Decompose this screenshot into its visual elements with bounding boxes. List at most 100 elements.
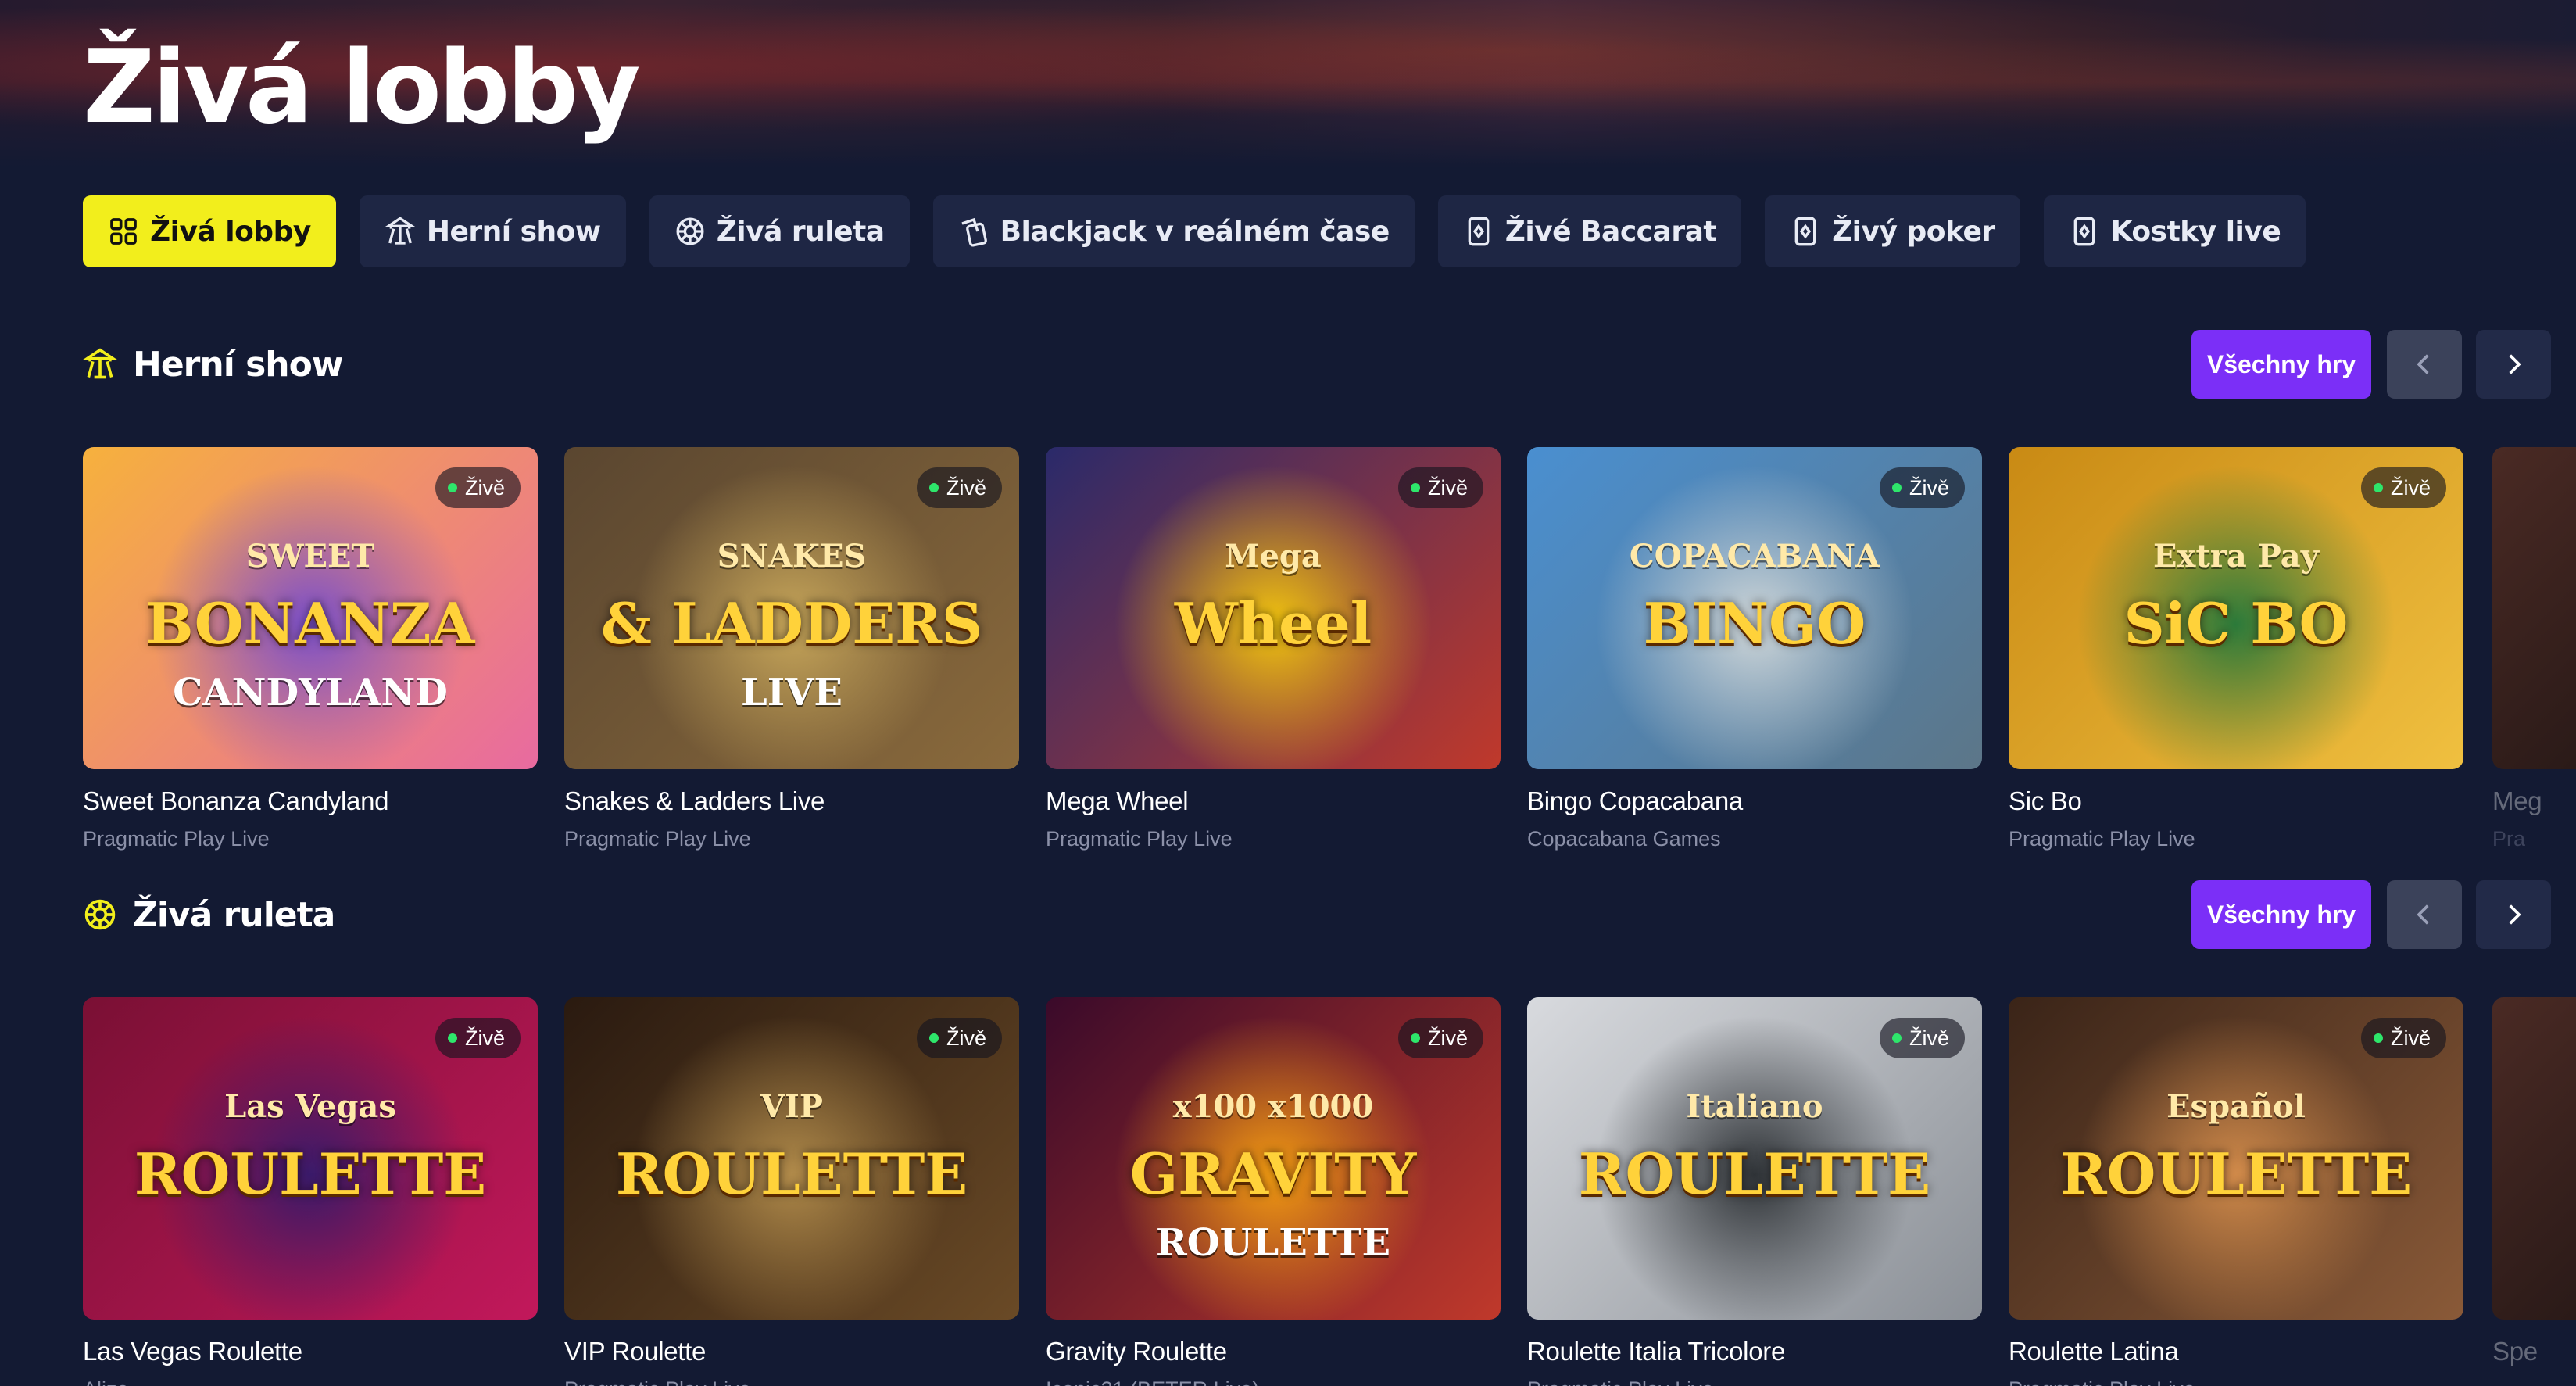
category-filter-bar: Živá lobby Herní show Živá ruleta Blackjack… <box>83 183 2306 280</box>
thumbnail-art-line: x100 x1000 <box>1172 1088 1374 1125</box>
filter-tab-label: Živá lobby <box>150 215 311 248</box>
filter-tab-4[interactable]: Živé Baccarat <box>1437 195 1742 267</box>
live-badge-label: Živě <box>1427 1026 1468 1050</box>
game-thumbnail[interactable]: SWEET BONANZA CANDYLAND Živě <box>83 447 538 769</box>
game-title[interactable]: Bingo Copacabana <box>1527 786 1982 816</box>
game-thumbnail[interactable] <box>2492 997 2576 1320</box>
game-title[interactable]: Sweet Bonanza Candyland <box>83 786 538 816</box>
carousel-prev-button[interactable] <box>2387 330 2462 399</box>
cards-icon <box>958 216 989 247</box>
thumbnail-art-line: Las Vegas <box>224 1088 396 1125</box>
carousel-next-button[interactable] <box>2476 880 2551 949</box>
filter-tab-3[interactable]: Blackjack v reálném čase <box>932 195 1415 267</box>
game-card[interactable]: x100 x1000 GRAVITY ROULETTE Živě Gravity Rou… <box>1046 997 1501 1386</box>
section-title-text: Herní show <box>133 344 343 385</box>
game-card[interactable]: SWEET BONANZA CANDYLAND Živě Sweet Bonanza C… <box>83 447 538 851</box>
thumbnail-art-line: GRAVITY <box>1129 1141 1417 1207</box>
filter-tab-1[interactable]: Herní show <box>359 195 626 267</box>
live-badge-label: Živě <box>946 475 986 500</box>
thumbnail-art-line: ROULETTE <box>2059 1141 2413 1207</box>
game-provider: Alize <box>83 1377 538 1386</box>
game-card[interactable]: Extra Pay SiC BO Živě Sic Bo Pragmatic Play … <box>2009 447 2463 851</box>
thumbnail-art-line: Mega <box>1225 538 1322 575</box>
game-thumbnail[interactable]: SNAKES & LADDERS LIVE Živě <box>564 447 1019 769</box>
card-icon <box>2069 216 2100 247</box>
thumbnail-art-line: ROULETTE <box>134 1141 487 1207</box>
live-badge: Živě <box>916 1018 1002 1058</box>
filter-tab-2[interactable]: Živá ruleta <box>649 195 910 267</box>
thumbnail-art-line: SNAKES <box>717 538 867 575</box>
game-thumbnail[interactable] <box>2492 447 2576 769</box>
game-thumbnail[interactable]: Italiano ROULETTE Živě <box>1527 997 1982 1320</box>
game-card[interactable]: Mega Wheel Živě Mega Wheel Pragmatic Play Li… <box>1046 447 1501 851</box>
game-thumbnail[interactable]: Las Vegas ROULETTE Živě <box>83 997 538 1320</box>
game-card[interactable]: Español ROULETTE Živě Roulette Latina Pragma… <box>2009 997 2463 1386</box>
live-badge: Živě <box>435 467 521 508</box>
live-dot-icon <box>928 483 939 492</box>
thumbnail-art-line: BINGO <box>1643 590 1866 657</box>
filter-tab-label: Blackjack v reálném čase <box>1000 215 1390 248</box>
live-dot-icon <box>447 483 457 492</box>
chevron-right-icon <box>2509 904 2521 925</box>
card-icon <box>1790 216 1821 247</box>
filter-tab-label: Herní show <box>426 215 601 248</box>
live-dot-icon <box>1891 1033 1902 1043</box>
carousel-next-button[interactable] <box>2476 330 2551 399</box>
next-game-card-partial[interactable]: Meg Pra <box>2492 447 2576 851</box>
live-badge: Živě <box>435 1018 521 1058</box>
game-thumbnail[interactable]: Mega Wheel Živě <box>1046 447 1501 769</box>
game-card[interactable]: Italiano ROULETTE Živě Roulette Italia Tric… <box>1527 997 1982 1386</box>
game-thumbnail[interactable]: Español ROULETTE Živě <box>2009 997 2463 1320</box>
chevron-left-icon <box>2417 354 2429 374</box>
game-thumbnail[interactable]: x100 x1000 GRAVITY ROULETTE Živě <box>1046 997 1501 1320</box>
game-card[interactable]: COPACABANA BINGO Živě Bingo Copacabana Copac… <box>1527 447 1982 851</box>
carousel-prev-button[interactable] <box>2387 880 2462 949</box>
game-card[interactable]: Las Vegas ROULETTE Živě Las Vegas Roulette A… <box>83 997 538 1386</box>
game-thumbnail[interactable]: VIP ROULETTE Živě <box>564 997 1019 1320</box>
thumbnail-art-line: & LADDERS <box>600 590 983 657</box>
filter-tab-6[interactable]: Kostky live <box>2043 195 2306 267</box>
game-title[interactable]: Snakes & Ladders Live <box>564 786 1019 816</box>
game-provider: Iconic21 (BETER Live) <box>1046 1377 1501 1386</box>
game-card[interactable]: VIP ROULETTE Živě VIP Roulette Pragmatic Pla… <box>564 997 1019 1386</box>
thumbnail-art-line: LIVE <box>740 671 843 714</box>
game-provider: Pragmatic Play Live <box>564 827 751 851</box>
game-title: Spe <box>2492 1337 2538 1366</box>
live-dot-icon <box>2373 483 2383 492</box>
thumbnail-art-line: Wheel <box>1174 590 1372 657</box>
thumbnail-art-line: COPACABANA <box>1629 538 1880 575</box>
game-provider: Copacabana Games <box>1527 827 1721 851</box>
filter-tab-label: Živé Baccarat <box>1504 215 1717 248</box>
live-badge-label: Živě <box>2390 475 2431 500</box>
game-title[interactable]: Sic Bo <box>2009 786 2463 816</box>
game-card[interactable]: SNAKES & LADDERS LIVE Živě Snakes & Ladders … <box>564 447 1019 851</box>
live-badge: Živě <box>2360 467 2446 508</box>
live-dot-icon <box>928 1033 939 1043</box>
live-badge-label: Živě <box>1909 475 1949 500</box>
filter-tab-5[interactable]: Živý poker <box>1765 195 2020 267</box>
thumbnail-art-line: Extra Pay <box>2153 538 2319 575</box>
roulette-icon <box>674 216 706 247</box>
game-thumbnail[interactable]: COPACABANA BINGO Živě <box>1527 447 1982 769</box>
thumbnail-art-line: Español <box>2166 1088 2306 1125</box>
game-title[interactable]: Las Vegas Roulette <box>83 1337 538 1366</box>
game-title[interactable]: Roulette Latina <box>2009 1337 2463 1366</box>
page-title: Živá lobby <box>83 30 641 146</box>
filter-tab-0[interactable]: Živá lobby <box>83 195 336 267</box>
chevron-left-icon <box>2417 904 2429 925</box>
live-dot-icon <box>1410 483 1420 492</box>
game-thumbnail[interactable]: Extra Pay SiC BO Živě <box>2009 447 2463 769</box>
game-title[interactable]: Mega Wheel <box>1046 786 1501 816</box>
all-games-button[interactable]: Všechny hry <box>2191 330 2371 399</box>
live-badge: Živě <box>1879 467 1965 508</box>
section-title-text: Živá ruleta <box>133 894 335 935</box>
game-title[interactable]: VIP Roulette <box>564 1337 1019 1366</box>
live-dot-icon <box>447 1033 457 1043</box>
next-game-card-partial[interactable]: Spe <box>2492 997 2576 1377</box>
all-games-button[interactable]: Všechny hry <box>2191 880 2371 949</box>
section-header: Herní show Všechny hry <box>83 330 2551 399</box>
game-title[interactable]: Gravity Roulette <box>1046 1337 1501 1366</box>
live-dot-icon <box>1891 483 1902 492</box>
game-title[interactable]: Roulette Italia Tricolore <box>1527 1337 1982 1366</box>
game-provider: Pra <box>2492 827 2526 851</box>
